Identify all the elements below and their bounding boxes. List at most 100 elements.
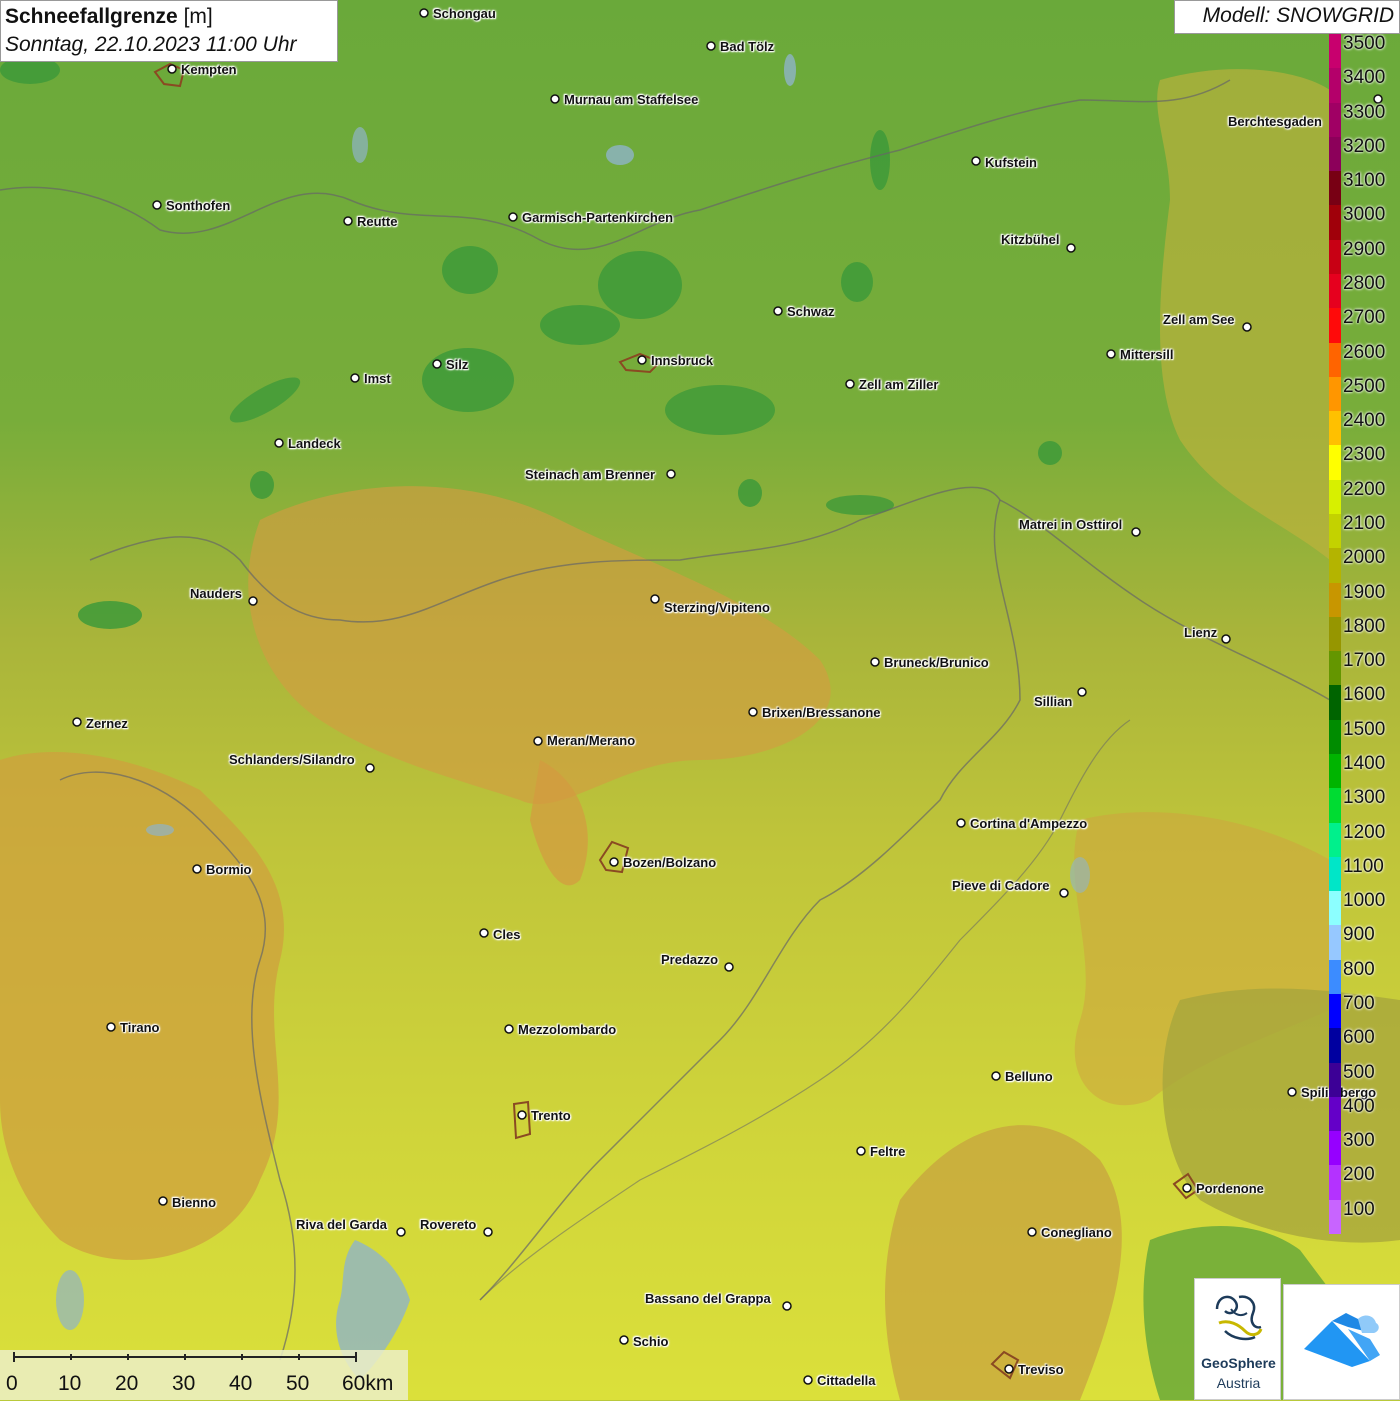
legend-swatch (1329, 68, 1341, 104)
city-label: Zernez (86, 716, 128, 731)
city-marker[interactable] (152, 200, 162, 210)
legend-swatch (1329, 1062, 1341, 1098)
city-marker[interactable] (508, 212, 518, 222)
city-marker[interactable] (637, 355, 647, 365)
city-label: Kempten (181, 62, 237, 77)
legend-swatch (1329, 651, 1341, 686)
logo-subtitle: Austria (1216, 1375, 1261, 1391)
city-marker[interactable] (158, 1196, 168, 1206)
city-label: Reutte (357, 214, 398, 229)
city-marker[interactable] (1287, 1087, 1297, 1097)
city-marker[interactable] (248, 596, 258, 606)
city-marker[interactable] (1182, 1183, 1192, 1193)
legend-label: 300 (1343, 1130, 1375, 1152)
city-marker[interactable] (106, 1022, 116, 1032)
app-logo[interactable] (1283, 1284, 1400, 1400)
city-marker[interactable] (803, 1375, 813, 1385)
color-legend: 3500 3400 3300 3200 3100 3000 2900 2800 2700 2600… (1329, 33, 1400, 1235)
legend-swatch (1329, 616, 1341, 652)
legend-swatch (1329, 856, 1341, 892)
city-marker[interactable] (419, 8, 429, 18)
city-marker[interactable] (991, 1071, 1001, 1081)
city-marker[interactable] (504, 1024, 514, 1034)
city-label: Brixen/Bressanone (762, 705, 881, 720)
city-marker[interactable] (533, 736, 543, 746)
city-marker[interactable] (773, 306, 783, 316)
legend-swatch (1329, 1028, 1341, 1064)
legend-label: 2100 (1343, 513, 1386, 534)
legend-swatch (1329, 411, 1341, 446)
legend-swatch (1329, 1131, 1341, 1166)
legend-label: 400 (1343, 1095, 1375, 1117)
legend-swatch (1329, 1199, 1341, 1235)
geosphere-logo[interactable]: GeoSphere Austria (1194, 1278, 1281, 1400)
city-marker[interactable] (1027, 1227, 1037, 1237)
city-marker[interactable] (845, 379, 855, 389)
legend-label: 3500 (1343, 33, 1386, 54)
city-label: Meran/Merano (547, 733, 636, 748)
legend-label: 1300 (1343, 787, 1386, 809)
city-marker[interactable] (192, 864, 202, 874)
city-marker[interactable] (483, 1227, 493, 1237)
city-marker[interactable] (1066, 243, 1076, 253)
city-marker[interactable] (365, 763, 375, 773)
legend-swatch (1329, 994, 1341, 1029)
legend-swatch (1329, 376, 1341, 412)
title-datetime: Sonntag, 22.10.2023 11:00 Uhr (5, 33, 297, 56)
city-marker[interactable] (1131, 527, 1141, 537)
city-marker[interactable] (650, 594, 660, 604)
city-label: Pordenone (1196, 1181, 1264, 1196)
legend-swatch (1329, 136, 1341, 172)
legend-label: 1400 (1343, 753, 1386, 774)
legend-label: 1200 (1343, 821, 1386, 843)
city-label: Bozen/Bolzano (623, 855, 717, 870)
city-marker[interactable] (1004, 1364, 1014, 1374)
city-label: Bad Tölz (720, 39, 775, 54)
city-label: Steinach am Brenner (525, 467, 656, 482)
city-marker[interactable] (1242, 322, 1252, 332)
snowline-map[interactable]: Schongau Bad Tölz Kempten Murnau am Staffel… (0, 0, 1400, 1400)
city-marker[interactable] (350, 373, 360, 383)
scale-tick-label: 50 (286, 1372, 310, 1395)
city-marker[interactable] (1106, 349, 1116, 359)
city-marker[interactable] (706, 41, 716, 51)
title-variable: Schneefallgrenze (5, 5, 178, 28)
city-marker[interactable] (856, 1146, 866, 1156)
city-marker[interactable] (343, 216, 353, 226)
city-label: Zell am Ziller (859, 377, 939, 392)
city-marker[interactable] (274, 438, 284, 448)
city-marker[interactable] (1221, 634, 1231, 644)
scale-tick-label: 20 (115, 1372, 139, 1395)
city-marker[interactable] (748, 707, 758, 717)
city-marker[interactable] (479, 928, 489, 938)
scale-tick-label: 60km (342, 1372, 394, 1395)
title-unit: [m] (183, 5, 213, 28)
city-marker[interactable] (870, 657, 880, 667)
city-marker[interactable] (550, 94, 560, 104)
city-marker[interactable] (72, 717, 82, 727)
legend-swatch (1329, 685, 1341, 721)
city-marker[interactable] (517, 1110, 527, 1120)
city-marker[interactable] (971, 156, 981, 166)
city-label: Innsbruck (651, 353, 714, 368)
city-label: Mittersill (1120, 347, 1174, 362)
scale-tick-label: 10 (58, 1372, 82, 1395)
city-marker[interactable] (956, 818, 966, 828)
city-marker[interactable] (609, 857, 619, 867)
city-label: Lienz (1184, 625, 1218, 640)
model-label: Modell: SNOWGRID (1174, 0, 1400, 34)
city-marker[interactable] (724, 962, 734, 972)
city-marker[interactable] (619, 1335, 629, 1345)
city-marker[interactable] (432, 359, 442, 369)
city-marker[interactable] (1077, 687, 1087, 697)
legend-label: 900 (1343, 924, 1375, 946)
city-marker[interactable] (1059, 888, 1069, 898)
city-marker[interactable] (396, 1227, 406, 1237)
city-marker[interactable] (167, 64, 177, 74)
city-marker[interactable] (666, 469, 676, 479)
legend-label: 1800 (1343, 615, 1386, 637)
legend-swatch (1329, 1096, 1341, 1132)
scale-tick-label: 40 (229, 1372, 253, 1395)
legend-swatch (1329, 959, 1341, 995)
city-marker[interactable] (782, 1301, 792, 1311)
